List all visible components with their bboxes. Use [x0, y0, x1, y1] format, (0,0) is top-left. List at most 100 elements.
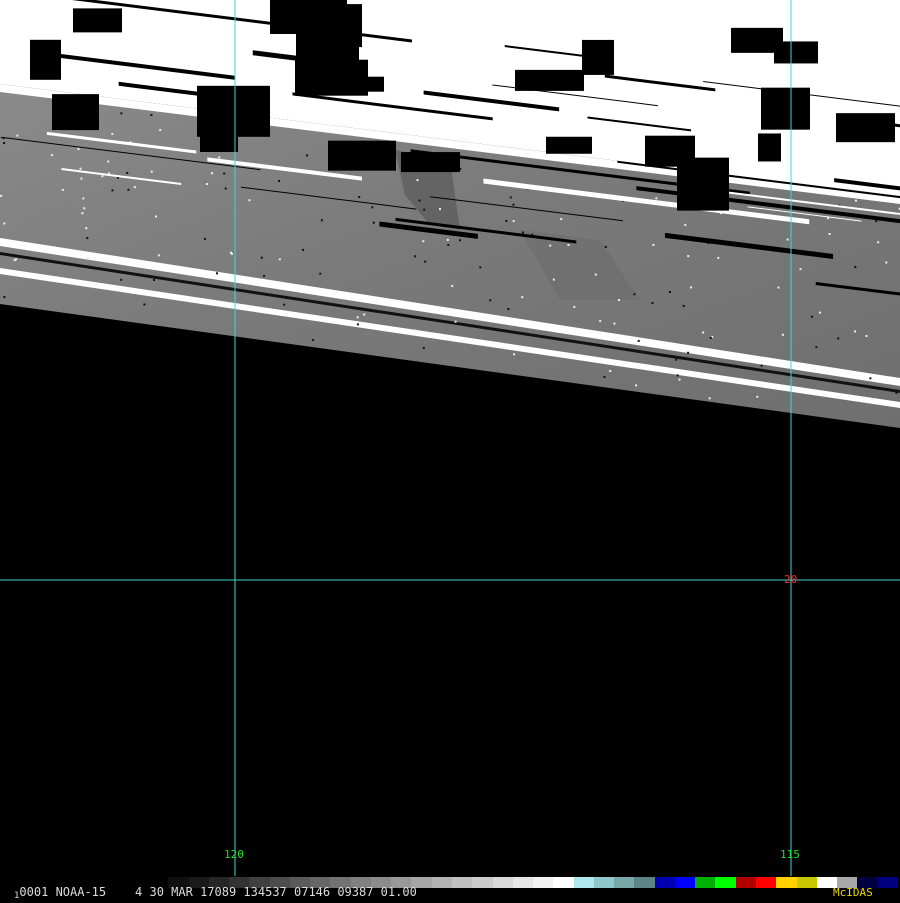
- pixel-speckle: [454, 320, 457, 323]
- pixel-speckle: [120, 112, 123, 115]
- pixel-speckle: [150, 114, 153, 116]
- pixel-speckle: [682, 304, 685, 307]
- pixel-speckle: [567, 244, 570, 246]
- color-bar-swatch: [695, 877, 716, 888]
- pixel-speckle: [786, 238, 789, 241]
- satellite-image-viewer: [0, 0, 900, 900]
- pixel-speckle: [3, 222, 6, 225]
- color-bar-swatch: [674, 877, 696, 888]
- color-bar-swatch: [614, 877, 635, 888]
- pixel-speckle: [489, 299, 492, 302]
- pixel-speckle: [224, 187, 227, 190]
- pixel-speckle: [552, 278, 555, 281]
- longitude-label-120: 120: [224, 848, 244, 861]
- color-bar-swatch: [512, 877, 534, 888]
- color-bar-swatch: [654, 877, 675, 888]
- pixel-speckle: [604, 245, 607, 248]
- pixel-speckle: [618, 299, 620, 301]
- color-bar-swatch: [431, 877, 452, 888]
- color-bar-swatch: [796, 877, 817, 888]
- pixel-speckle: [216, 272, 218, 275]
- pixel-speckle: [204, 237, 206, 240]
- pixel-speckle: [414, 255, 417, 258]
- pixel-speckle: [811, 315, 814, 318]
- image-header-text: 10001 NOAA-15 4 30 MAR 17089 134537 0714…: [14, 886, 417, 903]
- pixel-speckle: [211, 172, 214, 175]
- pixel-speckle: [709, 336, 712, 339]
- pixel-speckle: [549, 244, 552, 247]
- pixel-speckle: [416, 179, 419, 182]
- color-bar-swatch: [593, 877, 615, 888]
- pixel-speckle: [159, 129, 162, 132]
- pixel-speckle: [101, 175, 104, 178]
- pixel-speckle: [248, 199, 251, 202]
- corrupted-block: [582, 39, 614, 75]
- pixel-speckle: [371, 206, 374, 209]
- pixel-speckle: [356, 323, 359, 326]
- pixel-speckle: [231, 252, 233, 255]
- color-bar-swatch: [553, 877, 574, 888]
- pixel-speckle: [458, 239, 461, 242]
- pixel-speckle: [777, 286, 780, 289]
- pixel-speckle: [51, 154, 54, 157]
- pixel-speckle: [635, 384, 638, 387]
- pixel-speckle: [871, 398, 874, 401]
- pixel-speckle: [3, 296, 6, 298]
- pixel-speckle: [358, 196, 361, 198]
- pixel-speckle: [85, 256, 88, 259]
- pixel-speckle: [127, 188, 130, 191]
- mcidas-logo: McIDAS: [833, 886, 873, 899]
- pixel-speckle: [676, 374, 679, 377]
- pixel-speckle: [451, 284, 454, 287]
- pixel-speckle: [447, 244, 450, 246]
- pixel-speckle: [283, 303, 286, 306]
- corrupted-block: [758, 133, 781, 162]
- pixel-speckle: [854, 266, 857, 269]
- pixel-speckle: [278, 258, 281, 261]
- acquisition-info: 4 30 MAR 17089 134537 07146 09387 01.00: [135, 885, 417, 899]
- corrupted-block: [30, 39, 61, 80]
- pixel-speckle: [613, 322, 616, 325]
- pixel-speckle: [877, 241, 880, 244]
- latitude-label-20: 20: [784, 573, 798, 586]
- pixel-speckle: [150, 170, 153, 173]
- pixel-speckle: [120, 278, 123, 281]
- pixel-speckle: [418, 199, 421, 202]
- pixel-speckle: [157, 254, 160, 257]
- pixel-speckle: [77, 147, 80, 150]
- pixel-speckle: [422, 240, 425, 243]
- pixel-speckle: [320, 219, 323, 222]
- corrupted-block: [731, 27, 783, 53]
- pixel-speckle: [446, 238, 449, 241]
- color-bar-swatch: [776, 877, 797, 888]
- pixel-speckle: [603, 376, 606, 378]
- pixel-speckle: [869, 377, 872, 380]
- pixel-speckle: [630, 337, 633, 340]
- pixel-speckle: [424, 260, 427, 263]
- pixel-speckle: [80, 177, 83, 180]
- pixel-speckle: [799, 268, 802, 271]
- pixel-speckle: [512, 203, 515, 206]
- pixel-speckle: [89, 266, 92, 269]
- color-bar-swatch: [877, 877, 898, 888]
- pixel-speckle: [521, 231, 524, 234]
- corrupted-block: [52, 94, 99, 131]
- pixel-speckle: [702, 331, 705, 334]
- pixel-speckle: [651, 302, 654, 304]
- pixel-speckle: [423, 208, 426, 211]
- pixel-speckle: [690, 286, 693, 289]
- pixel-speckle: [133, 186, 136, 189]
- pixel-speckle: [513, 353, 516, 356]
- pixel-speckle: [717, 256, 720, 259]
- pixel-speckle: [439, 208, 441, 211]
- pixel-speckle: [302, 248, 304, 251]
- pixel-speckle: [875, 220, 878, 223]
- pixel-speckle: [16, 134, 19, 137]
- pixel-speckle: [687, 351, 690, 354]
- pixel-speckle: [599, 320, 602, 323]
- frame-number: 0001: [19, 885, 49, 899]
- color-bar-swatch: [735, 877, 756, 888]
- satellite-name: NOAA-15: [55, 885, 107, 899]
- color-bar-swatch: [573, 877, 594, 888]
- pixel-speckle: [81, 212, 84, 215]
